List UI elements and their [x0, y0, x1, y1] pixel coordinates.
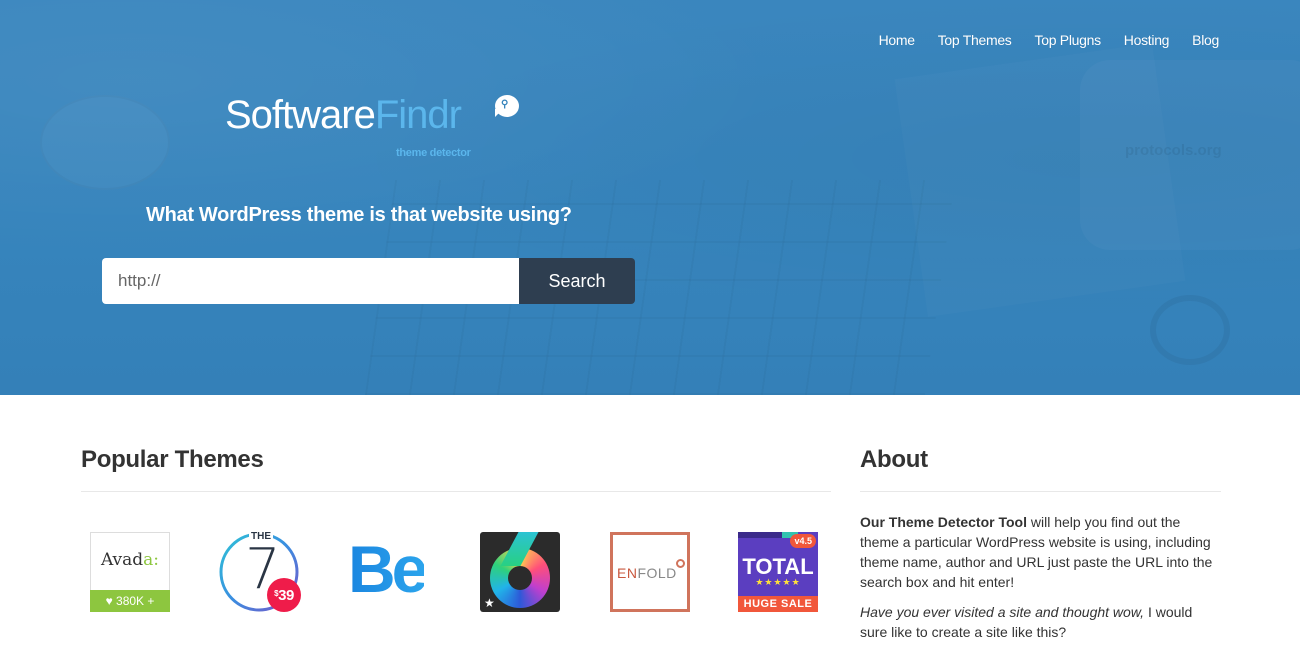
popular-themes-heading: Popular Themes	[81, 446, 264, 473]
theme-be[interactable]: Be	[348, 532, 428, 612]
about-heading: About	[860, 446, 928, 473]
nav-home[interactable]: Home	[879, 32, 915, 48]
enfold-ring-icon	[676, 559, 685, 568]
theme-six[interactable]: ★	[480, 532, 560, 612]
theme-enfold[interactable]: ENFOLD	[610, 532, 690, 612]
the7-price-badge: $39	[267, 578, 301, 612]
theme-total[interactable]: v4.5 TOTAL ★★★★★ HUGE SALE	[738, 532, 818, 612]
background-watermark: protocols.org	[1125, 142, 1222, 159]
theme-the7[interactable]: THE 7 $39	[219, 530, 303, 614]
about-paragraph-1: Our Theme Detector Tool will help you fi…	[860, 514, 1213, 590]
nav-top-themes[interactable]: Top Themes	[938, 32, 1012, 48]
avada-sales-badge: ♥ 380K +	[90, 590, 170, 612]
logo-subtitle: theme detector	[396, 147, 471, 159]
be-logo-text: Be	[348, 532, 428, 606]
nav-top-plugins[interactable]: Top Plugns	[1035, 32, 1102, 48]
popular-themes-divider	[81, 491, 831, 492]
nav-blog[interactable]: Blog	[1192, 32, 1219, 48]
enfold-logo-text: ENFOLD	[617, 565, 677, 581]
nav-hosting[interactable]: Hosting	[1124, 32, 1170, 48]
background-tablet	[1080, 60, 1300, 250]
about-paragraph-2: Have you ever visited a site and thought…	[860, 604, 1193, 640]
logo-software: Software	[225, 93, 376, 137]
speech-bubble-icon: ⚲	[495, 95, 519, 117]
background-coaster	[40, 95, 170, 190]
background-paper	[895, 43, 1186, 317]
search-icon: ⚲	[501, 99, 509, 110]
avada-logo-text: Avada:	[100, 550, 160, 570]
hero-tagline: What WordPress theme is that website usi…	[146, 204, 572, 226]
about-text: Our Theme Detector Tool will help you fi…	[860, 512, 1222, 650]
logo-findr: Findr	[374, 93, 462, 137]
background-swirl	[1150, 295, 1230, 365]
total-version-badge: v4.5	[790, 534, 816, 548]
hero-banner: protocols.org Home Top Themes Top Plugns…	[0, 0, 1300, 395]
star-icon: ★	[484, 596, 495, 610]
main-nav: Home Top Themes Top Plugns Hosting Blog	[856, 32, 1220, 48]
url-input[interactable]	[102, 258, 519, 304]
search-button[interactable]: Search	[519, 258, 635, 304]
total-sale-banner: HUGE SALE	[738, 596, 818, 612]
rating-stars-icon: ★★★★★	[755, 577, 801, 587]
logo-wordmark: Software Findr	[225, 93, 462, 137]
about-divider	[860, 491, 1221, 492]
theme-search-form: Search	[102, 258, 635, 304]
theme-avada[interactable]: Avada: ♥ 380K +	[90, 532, 170, 612]
site-logo[interactable]: Software Findr theme detector ⚲	[225, 93, 519, 159]
